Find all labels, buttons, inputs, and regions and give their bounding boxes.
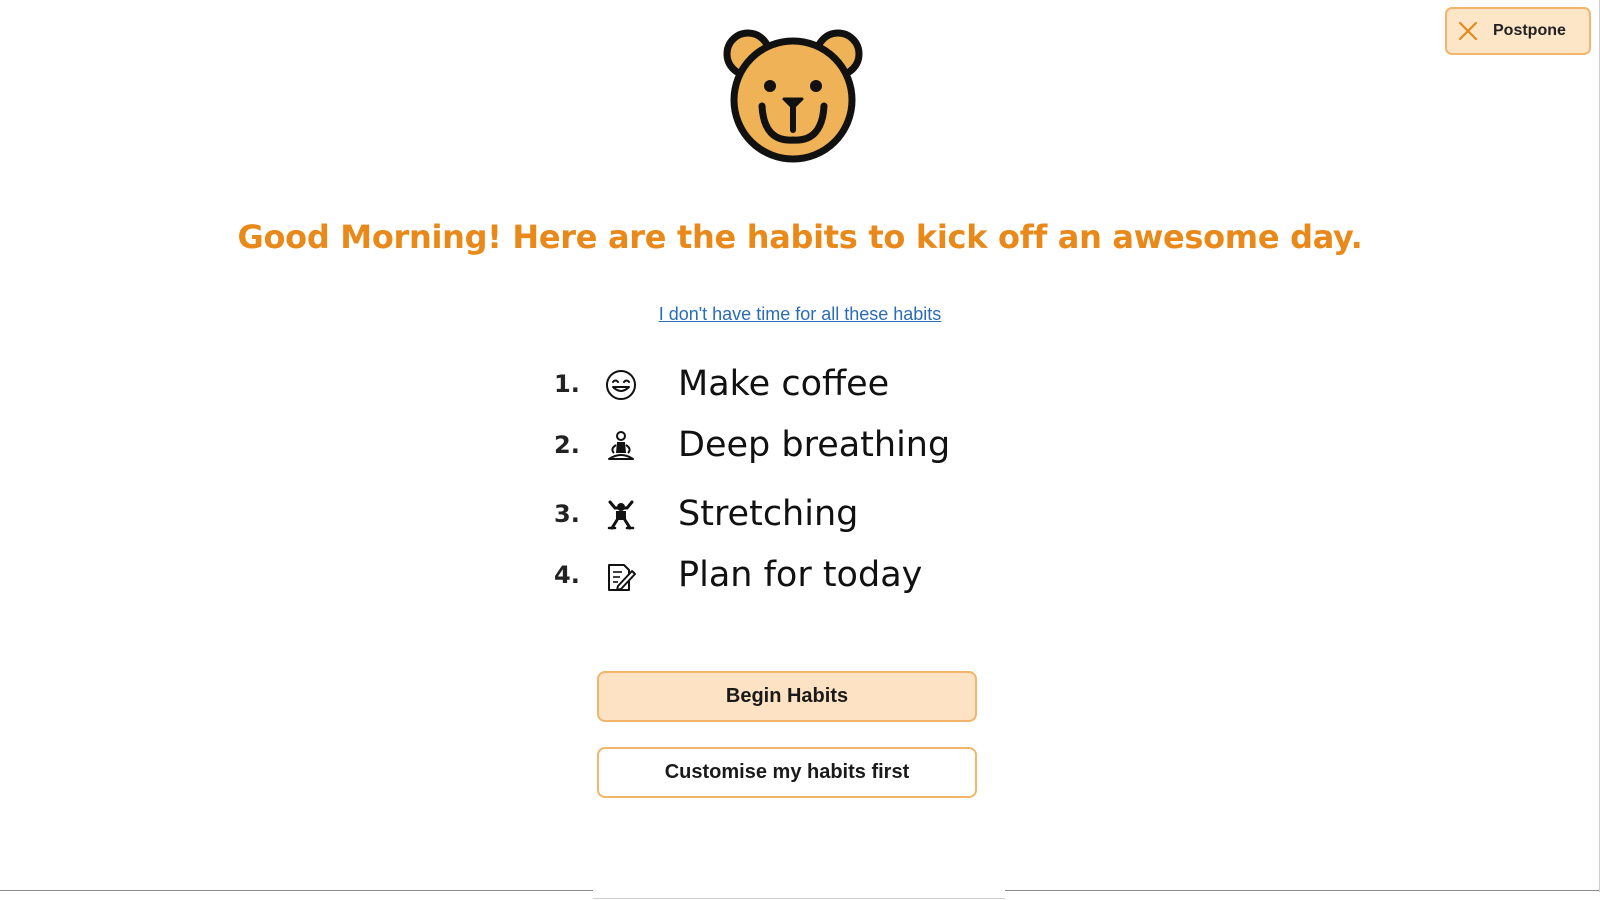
no-time-link-row: I don't have time for all these habits <box>0 304 1600 325</box>
morning-habits-page: Postpone Good Morning! Here are the habi… <box>0 0 1600 900</box>
bottom-divider <box>1005 890 1600 891</box>
habit-number: 2. <box>554 431 580 459</box>
habit-item-make-coffee: 1. Make coffee <box>548 360 1008 410</box>
habit-number: 4. <box>554 561 580 589</box>
smiling-face-icon <box>604 368 638 402</box>
bottom-divider <box>593 898 1005 899</box>
begin-habits-button[interactable]: Begin Habits <box>597 671 977 722</box>
habit-number: 1. <box>554 370 580 398</box>
habit-label: Make coffee <box>678 364 890 404</box>
habit-item-plan-for-today: 4. Plan for today <box>548 551 1008 601</box>
habit-item-deep-breathing: 2. Deep breathing <box>548 421 1008 471</box>
bottom-divider <box>0 890 593 891</box>
postpone-button[interactable]: Postpone <box>1445 7 1591 55</box>
postpone-label: Postpone <box>1493 22 1566 39</box>
stretching-person-icon <box>604 498 638 532</box>
habit-item-stretching: 3. Stretching <box>548 490 1008 540</box>
customise-habits-button[interactable]: Customise my habits first <box>597 747 977 798</box>
habit-label: Stretching <box>678 494 859 534</box>
memo-pencil-icon <box>604 559 638 593</box>
bear-face-icon <box>722 26 864 164</box>
habit-label: Deep breathing <box>678 425 951 465</box>
greeting-headline: Good Morning! Here are the habits to kic… <box>237 218 1363 256</box>
no-time-link[interactable]: I don't have time for all these habits <box>659 304 942 324</box>
meditating-person-icon <box>604 429 638 463</box>
habit-number: 3. <box>554 500 580 528</box>
habit-label: Plan for today <box>678 555 923 595</box>
close-icon <box>1457 20 1479 42</box>
